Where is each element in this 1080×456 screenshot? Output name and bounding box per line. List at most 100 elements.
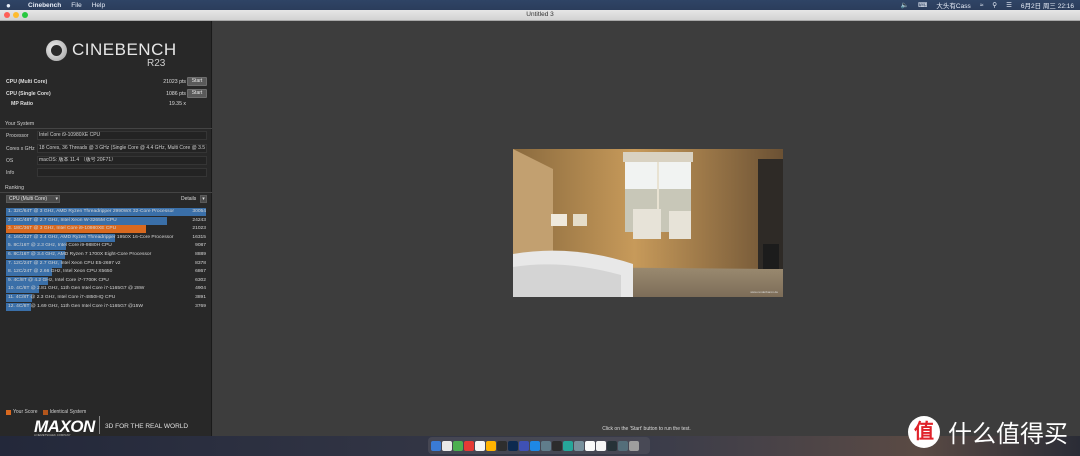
your-system-header: Your System [5, 121, 35, 127]
title-bar: Untitled 3 [0, 10, 1080, 21]
ranking-header: Ranking [5, 185, 25, 191]
ranking-label: 5. 8C/16T @ 2.3 GHz, Intel Core i9-9880H… [8, 243, 112, 249]
ranking-row[interactable]: 8. 12C/24T @ 2.66 GHz, Intel Xeon CPU X5… [6, 268, 208, 277]
dock-app-icon[interactable] [464, 440, 474, 451]
render-caption: www.renderbaron.de [750, 290, 778, 294]
maxon-footer: MAXON A NEMETSCHEK COMPANY 3D FOR THE RE… [0, 414, 212, 437]
ranking-label: 11. 4C/8T @ 2.3 GHz, Intel Core i7-4850H… [8, 295, 116, 300]
cinebench-logo-icon [46, 40, 67, 61]
system-key: OS [6, 158, 14, 164]
dock-app-icon[interactable] [442, 440, 452, 451]
ranking-row[interactable]: 6. 8C/16T @ 3.4 GHz, AMD Ryzen 7 1700X E… [6, 251, 208, 259]
ranking-label: 1. 32C/64T @ 3 GHz, AMD Ryzen Threadripp… [8, 209, 174, 214]
mp-ratio-row: MP Ratio 19.35 x [6, 99, 208, 109]
system-value: Intel Core i9-10980XE CPU [37, 131, 207, 140]
ranking-score: 9087 [195, 243, 206, 249]
menu-file[interactable]: File [71, 2, 81, 9]
apple-menu-icon[interactable]: ● [6, 1, 18, 10]
dock-app-icon[interactable] [497, 440, 507, 451]
ranking-score: 6302 [195, 277, 206, 283]
your-system-section: Your System [0, 121, 212, 129]
dock-app-icon[interactable] [574, 440, 584, 451]
ranking-row[interactable]: 9. 4C/8T @ 4.2 GHz, Intel Core i7-7700K … [6, 276, 208, 285]
search-icon[interactable]: ⚲ [992, 1, 997, 9]
maxon-tagline: 3D FOR THE REAL WORLD [105, 423, 189, 430]
dock-app-icon[interactable] [519, 440, 529, 451]
chevron-down-icon: ▾ [55, 196, 58, 202]
dock-app-icon[interactable] [453, 440, 463, 451]
ranking-label: 6. 8C/16T @ 3.4 GHz, AMD Ryzen 7 1700X E… [8, 252, 152, 257]
ranking-score: 21023 [192, 226, 206, 232]
single-core-row: CPU (Single Core) 1086 pts Start [6, 89, 208, 99]
ranking-row[interactable]: 4. 16C/32T @ 3.4 GHz, AMD Ryzen Threadri… [6, 233, 208, 242]
dock-app-icon[interactable] [508, 440, 518, 451]
ranking-row[interactable]: 3. 18C/36T @ 3 GHz, Intel Core i9-10980X… [6, 225, 208, 234]
menu-help[interactable]: Help [92, 2, 105, 9]
info-field[interactable] [37, 168, 207, 177]
system-row-cores: Cores x GHz 18 Cores, 36 Threads @ 3 GHz… [6, 144, 208, 153]
dock-app-icon[interactable] [541, 440, 551, 451]
dock-app-icon[interactable] [563, 440, 573, 451]
system-row-os: OS macOS: 版本 11.4 （版号 20F71） [6, 156, 208, 165]
ranking-row[interactable]: 12. 4C/8T @ 1.69 GHz, 11th Gen Intel Cor… [6, 302, 208, 311]
ranking-label: 7. 12C/24T @ 2.7 GHz, Intel Xeon CPU E5-… [8, 260, 121, 266]
ranking-label: 12. 4C/8T @ 1.69 GHz, 11th Gen Intel Cor… [8, 303, 143, 309]
system-key: Cores x GHz [6, 146, 35, 152]
logo-name: CINEBENCH [72, 40, 177, 59]
ranking-row[interactable]: 1. 32C/64T @ 3 GHz, AMD Ryzen Threadripp… [6, 208, 208, 216]
ranking-score: 24243 [192, 217, 206, 223]
control-center-icon[interactable]: ☰ [1006, 1, 1012, 9]
dock-app-icon[interactable] [475, 440, 485, 451]
ranking-label: 4. 16C/32T @ 3.4 GHz, AMD Ryzen Threadri… [8, 234, 174, 240]
ranking-label: 9. 4C/8T @ 4.2 GHz, Intel Core i7-7700K … [8, 277, 109, 283]
window-title: Untitled 3 [526, 11, 554, 18]
menu-cinebench[interactable]: Cinebench [28, 2, 61, 9]
dock-app-icon[interactable] [552, 440, 562, 451]
ranking-row[interactable]: 5. 8C/16T @ 2.3 GHz, Intel Core i9-9880H… [6, 242, 208, 251]
wifi-icon[interactable]: ≈ [980, 2, 984, 9]
mp-ratio-value: 19.35 x [168, 101, 186, 107]
details-toggle[interactable]: ▾ [200, 195, 207, 203]
ranking-score: 4904 [195, 286, 206, 292]
input-method-label[interactable]: 大头有Cass [936, 0, 970, 10]
ranking-row[interactable]: 7. 12C/24T @ 2.7 GHz, Intel Xeon CPU E5-… [6, 259, 208, 268]
dock-app-icon[interactable] [585, 440, 595, 451]
dock [428, 437, 650, 454]
dock-app-icon[interactable] [596, 440, 606, 451]
ranking-row[interactable]: 2. 24C/48T @ 2.7 GHz, Intel Xeon W-3265M… [6, 216, 208, 225]
cinebench-window: Untitled 3 CINEBENCH R23 CPU (Multi Core… [0, 10, 1080, 437]
site-watermark: 值 什么值得买 [908, 414, 1068, 449]
ranking-score: 6867 [195, 269, 206, 275]
ranking-row[interactable]: 10. 4C/8T @ 2.81 GHz, 11th Gen Intel Cor… [6, 285, 208, 294]
multi-core-label: CPU (Multi Core) [6, 79, 48, 85]
ranking-type-dropdown[interactable]: CPU (Multi Core) ▾ [6, 195, 60, 203]
ranking-score: 30054 [192, 209, 206, 214]
mp-ratio-label: MP Ratio [11, 101, 34, 107]
ranking-row[interactable]: 11. 4C/8T @ 2.3 GHz, Intel Core i7-4850H… [6, 294, 208, 302]
dock-app-icon[interactable] [431, 440, 441, 451]
dock-app-icon[interactable] [629, 440, 639, 451]
menu-clock[interactable]: 6月2日 周三 22:16 [1021, 0, 1074, 10]
multi-core-start-button[interactable]: Start [187, 77, 207, 86]
ranking-score: 3891 [195, 295, 206, 300]
system-key: Info [6, 170, 15, 176]
left-panel: CINEBENCH R23 CPU (Multi Core) 21023 pts… [0, 21, 212, 437]
volume-icon[interactable]: 🔈 [901, 1, 909, 9]
dock-app-icon[interactable] [486, 440, 496, 451]
dock-app-icon[interactable] [530, 440, 540, 451]
system-row-processor: Processor Intel Core i9-10980XE CPU [6, 131, 208, 140]
multi-core-row: CPU (Multi Core) 21023 pts Start [6, 77, 208, 87]
render-area: www.renderbaron.de Click on the 'Start' … [213, 21, 1080, 436]
input-method-icon[interactable]: ⌨ [918, 1, 927, 9]
cinebench-logo: CINEBENCH R23 [46, 40, 176, 82]
watermark-badge: 值 [908, 415, 940, 448]
dock-app-icon[interactable] [618, 440, 628, 451]
logo-version: R23 [147, 58, 166, 69]
system-row-info: Info [6, 168, 208, 177]
single-core-start-button[interactable]: Start [187, 89, 207, 98]
dock-app-icon[interactable] [607, 440, 617, 451]
details-label: Details [181, 196, 197, 202]
ranking-label: 3. 18C/36T @ 3 GHz, Intel Core i9-10980X… [8, 226, 117, 232]
ranking-label: 8. 12C/24T @ 2.66 GHz, Intel Xeon CPU X5… [8, 269, 113, 275]
system-value: macOS: 版本 11.4 （版号 20F71） [37, 156, 207, 165]
